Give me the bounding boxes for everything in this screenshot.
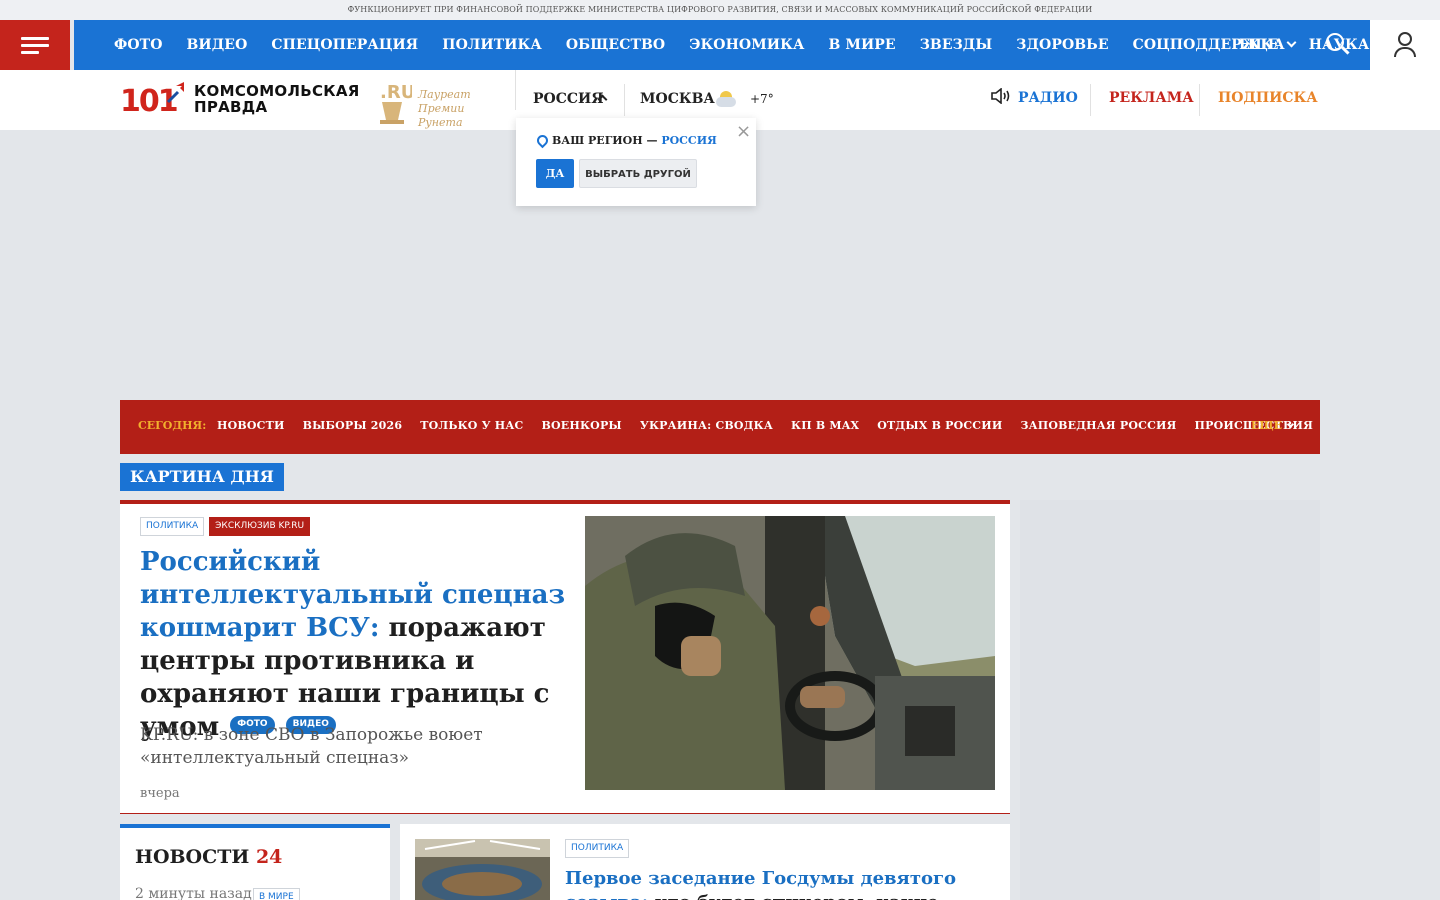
story-title[interactable]: Первое заседание Госдумы девятого созыва…	[565, 867, 995, 900]
award-text: Лауреат Премии Рунета	[418, 88, 471, 129]
confirm-region-button[interactable]: ДА	[536, 159, 574, 188]
nav-item-video[interactable]: ВИДЕО	[187, 37, 248, 53]
today-item-elections[interactable]: ВЫБОРЫ 2026	[303, 419, 403, 432]
side-ad-banner	[1020, 500, 1320, 900]
nav-item-economy[interactable]: ЭКОНОМИКА	[689, 37, 804, 53]
today-item-war-correspondents[interactable]: ВОЕНКОРЫ	[542, 419, 622, 432]
user-icon	[1398, 32, 1412, 46]
nav-item-society[interactable]: ОБЩЕСТВО	[566, 37, 665, 53]
main-story-card[interactable]: ПОЛИТИКА ЭКСКЛЮЗИВ KP.RU Российский инте…	[120, 500, 1010, 814]
nav-more-label: ЕЩЕ	[1239, 37, 1279, 53]
nav-item-photo[interactable]: ФОТО	[114, 37, 163, 53]
nav-item-world[interactable]: В МИРЕ	[828, 37, 895, 53]
main-story-lead: KP.RU: в зоне СВО в Запорожье воюет «инт…	[140, 725, 483, 768]
story-card[interactable]: ПОЛИТИКА Первое заседание Госдумы девято…	[400, 824, 1010, 900]
news24-panel: НОВОСТИ 24 2 минуты назад В МИРЕ	[120, 824, 390, 900]
region-confirm-popup: ВАШ РЕГИОН — РОССИЯ × ДА ВЫБРАТЬ ДРУГОЙ	[516, 118, 756, 206]
news24-title[interactable]: НОВОСТИ 24	[135, 846, 282, 868]
nav-item-health[interactable]: ЗДОРОВЬЕ	[1016, 37, 1108, 53]
close-icon[interactable]: ×	[736, 121, 751, 142]
search-icon[interactable]	[1326, 33, 1350, 57]
temperature: +7°	[750, 92, 774, 106]
chevron-down-icon	[1287, 37, 1297, 48]
region-question: ВАШ РЕГИОН — РОССИЯ	[552, 134, 717, 147]
today-more-button[interactable]: ЕЩЕ	[1251, 419, 1295, 432]
choose-other-region-button[interactable]: ВЫБРАТЬ ДРУГОЙ	[579, 159, 697, 188]
today-item-news[interactable]: НОВОСТИ	[217, 419, 285, 432]
nav-more-button[interactable]: ЕЩЕ	[1239, 20, 1297, 70]
story-tag-politics[interactable]: ПОЛИТИКА	[565, 839, 630, 858]
site-logo[interactable]: 101 КОМСОМОЛЬСКАЯ ПРАВДА	[120, 82, 360, 122]
svg-text:.RU: .RU	[380, 82, 412, 103]
logo-name: КОМСОМОЛЬСКАЯ ПРАВДА	[194, 82, 360, 116]
nav-item-stars[interactable]: ЗВЕЗДЫ	[920, 37, 993, 53]
logo-arrow-icon	[166, 82, 184, 104]
radio-label: РАДИО	[1018, 90, 1078, 106]
menu-button[interactable]	[0, 20, 70, 70]
chevron-down-icon	[1286, 420, 1295, 429]
nav-item-politics[interactable]: ПОЛИТИКА	[442, 37, 542, 53]
radio-link[interactable]: РАДИО	[990, 88, 1078, 106]
city-label[interactable]: МОСКВА	[640, 91, 715, 107]
location-pin-icon	[534, 132, 551, 149]
award-emblem-icon: .RU	[380, 82, 412, 124]
today-label: СЕГОДНЯ:	[138, 419, 207, 432]
main-story-title[interactable]: Российский интеллектуальный спецназ кошм…	[140, 546, 570, 744]
weather-partly-cloudy-icon	[716, 89, 738, 109]
today-item-kp-in-max[interactable]: КП В MAX	[791, 419, 859, 432]
ads-link[interactable]: РЕКЛАМА	[1109, 90, 1194, 106]
news24-item-time: 2 минуты назад	[135, 886, 252, 900]
subscribe-link[interactable]: ПОДПИСКА	[1218, 90, 1318, 106]
funding-notice: ФУНКЦИОНИРУЕТ ПРИ ФИНАНСОВОЙ ПОДДЕРЖКЕ М…	[0, 0, 1440, 20]
region-selector[interactable]: РОССИЯ	[515, 70, 625, 116]
story-tag-politics[interactable]: ПОЛИТИКА	[140, 517, 205, 536]
main-story-photo[interactable]	[585, 516, 995, 790]
today-item-travel-russia[interactable]: ОТДЫХ В РОССИИ	[877, 419, 1002, 432]
nav-item-special-operation[interactable]: СПЕЦОПЕРАЦИЯ	[271, 37, 418, 53]
news24-item-tag[interactable]: В МИРЕ	[253, 888, 300, 900]
story-thumbnail[interactable]	[415, 839, 550, 900]
user-account-button[interactable]	[1370, 20, 1440, 70]
section-label: КАРТИНА ДНЯ	[120, 463, 284, 491]
hamburger-icon	[21, 37, 49, 40]
story-tag-exclusive[interactable]: ЭКСКЛЮЗИВ KP.RU	[209, 517, 311, 536]
today-nav: СЕГОДНЯ: НОВОСТИ ВЫБОРЫ 2026 ТОЛЬКО У НА…	[120, 400, 1320, 454]
main-nav: ФОТО ВИДЕО СПЕЦОПЕРАЦИЯ ПОЛИТИКА ОБЩЕСТВ…	[74, 20, 1370, 70]
today-item-reserved-russia[interactable]: ЗАПОВЕДНАЯ РОССИЯ	[1020, 419, 1176, 432]
runet-award-badge[interactable]: .RU Лауреат Премии Рунета	[372, 76, 512, 129]
speaker-icon	[991, 88, 1010, 104]
region-label: РОССИЯ	[533, 91, 604, 107]
today-item-exclusive[interactable]: ТОЛЬКО У НАС	[420, 419, 523, 432]
main-story-time: вчера	[140, 786, 180, 801]
today-item-ukraine-summary[interactable]: УКРАИНА: СВОДКА	[640, 419, 773, 432]
